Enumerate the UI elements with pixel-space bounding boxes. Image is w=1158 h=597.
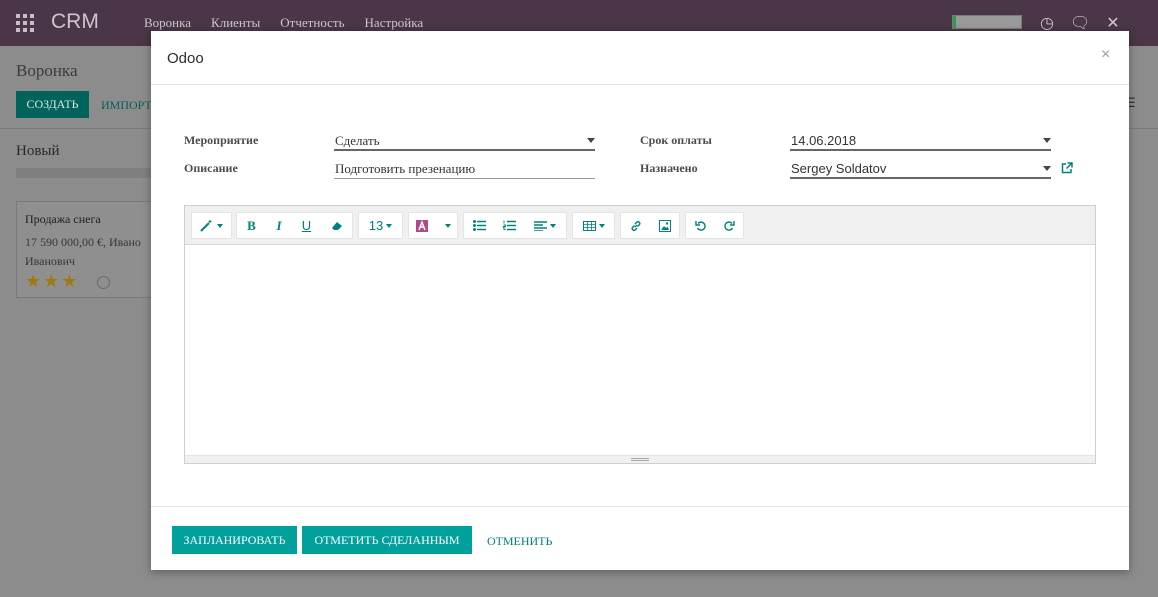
underline-icon[interactable]: U <box>292 213 321 238</box>
italic-icon[interactable]: I <box>266 213 292 238</box>
image-icon[interactable] <box>650 213 679 238</box>
note-editor: B I U 13 <box>184 205 1096 464</box>
clock-icon[interactable]: ◷ <box>1040 13 1054 32</box>
breadcrumb: Воронка <box>16 61 78 80</box>
assigned-to-label: Назначено <box>640 161 698 175</box>
chevron-down-icon[interactable] <box>1043 166 1051 171</box>
history-group <box>685 212 744 239</box>
font-color-icon[interactable] <box>409 213 435 238</box>
color-dropdown-chevron-icon[interactable] <box>435 213 457 238</box>
menu-item-reporting[interactable]: Отчетность <box>280 15 344 31</box>
description-label: Описание <box>184 161 238 175</box>
paragraph-group <box>463 212 567 239</box>
editor-toolbar: B I U 13 <box>185 206 1095 245</box>
eraser-icon[interactable] <box>321 213 352 238</box>
bold-icon[interactable]: B <box>237 213 266 238</box>
star-icon[interactable]: ★ <box>25 271 43 292</box>
font-style-group: B I U <box>236 212 353 239</box>
grip-icon <box>631 458 649 461</box>
activity-progress-bar[interactable] <box>952 15 1022 29</box>
editor-resize-handle[interactable] <box>185 455 1095 463</box>
activity-type-select[interactable]: Сделать <box>334 131 595 151</box>
magic-wand-icon[interactable] <box>192 213 231 238</box>
kanban-card[interactable]: Продажа снега 17 590 000,00 €, Ивано Ива… <box>16 201 161 298</box>
due-date-label: Срок оплаты <box>640 133 712 147</box>
chat-icon[interactable]: 🗨 <box>1070 13 1090 32</box>
close-icon[interactable]: × <box>1101 46 1110 64</box>
dialog-title: Odoo <box>167 50 204 67</box>
activity-type-label: Мероприятие <box>184 133 259 147</box>
apps-menu-icon[interactable] <box>16 14 34 32</box>
chevron-down-icon[interactable] <box>1043 138 1051 143</box>
menu-item-pipeline[interactable]: Воронка <box>144 15 191 31</box>
cancel-button[interactable]: ОТМЕНИТЬ <box>487 534 552 549</box>
tools-icon[interactable]: ✕ <box>1106 13 1119 32</box>
due-date-value: 14.06.2018 <box>791 133 857 148</box>
mark-done-button[interactable]: ОТМЕТИТЬ СДЕЛАННЫМ <box>302 526 472 554</box>
schedule-button[interactable]: ЗАПЛАНИРОВАТЬ <box>172 526 297 554</box>
card-amount: 17 590 000,00 €, Ивано <box>25 235 141 249</box>
due-date-input[interactable]: 14.06.2018 <box>790 131 1051 151</box>
kanban-column-progress <box>16 168 156 178</box>
link-icon[interactable] <box>621 213 650 238</box>
style-group <box>191 212 232 239</box>
import-button[interactable]: ИМПОРТ <box>101 98 152 113</box>
undo-icon[interactable] <box>686 213 715 238</box>
font-size-value: 13 <box>368 218 384 233</box>
align-icon[interactable] <box>524 213 566 238</box>
app-brand: CRM <box>51 10 99 33</box>
card-person: Иванович <box>25 254 76 268</box>
chevron-down-icon[interactable] <box>587 138 595 143</box>
color-group <box>408 212 458 239</box>
assigned-to-select[interactable]: Sergey Soldatov <box>790 159 1051 179</box>
activity-clock-icon[interactable] <box>97 276 110 289</box>
menu-item-customers[interactable]: Клиенты <box>211 15 260 31</box>
numbered-list-icon[interactable] <box>494 213 524 238</box>
description-value: Подготовить презенацию <box>335 161 476 176</box>
table-icon[interactable] <box>573 213 614 238</box>
progress-fill <box>953 16 957 28</box>
bullet-list-icon[interactable] <box>464 213 494 238</box>
note-editable-area[interactable] <box>185 245 1095 455</box>
activity-type-value: Сделать <box>335 133 380 148</box>
table-group <box>572 212 615 239</box>
create-button[interactable]: СОЗДАТЬ <box>16 91 89 118</box>
main-menu: Воронка Клиенты Отчетность Настройка <box>144 15 423 31</box>
font-size-dropdown[interactable]: 13 <box>359 213 402 238</box>
redo-icon[interactable] <box>715 213 743 238</box>
dialog-footer: ЗАПЛАНИРОВАТЬ ОТМЕТИТЬ СДЕЛАННЫМ ОТМЕНИТ… <box>151 506 1129 570</box>
kanban-column-title[interactable]: Новый <box>16 143 60 160</box>
description-input[interactable]: Подготовить презенацию <box>334 159 595 179</box>
card-title: Продажа снега <box>25 212 101 226</box>
font-size-group[interactable]: 13 <box>358 212 403 239</box>
star-icon[interactable]: ★ <box>43 271 61 292</box>
external-link-icon[interactable] <box>1061 162 1073 174</box>
menu-item-settings[interactable]: Настройка <box>365 15 424 31</box>
systray: ◷ 🗨 ✕ <box>1040 13 1120 32</box>
star-icon[interactable]: ★ <box>61 271 79 292</box>
insert-group <box>620 212 680 239</box>
schedule-activity-dialog: Odoo × Мероприятие Сделать Описание Подг… <box>151 31 1129 570</box>
dialog-header: Odoo × <box>151 31 1129 85</box>
assigned-to-value: Sergey Soldatov <box>791 161 887 176</box>
priority-stars[interactable]: ★★★ <box>25 271 79 292</box>
